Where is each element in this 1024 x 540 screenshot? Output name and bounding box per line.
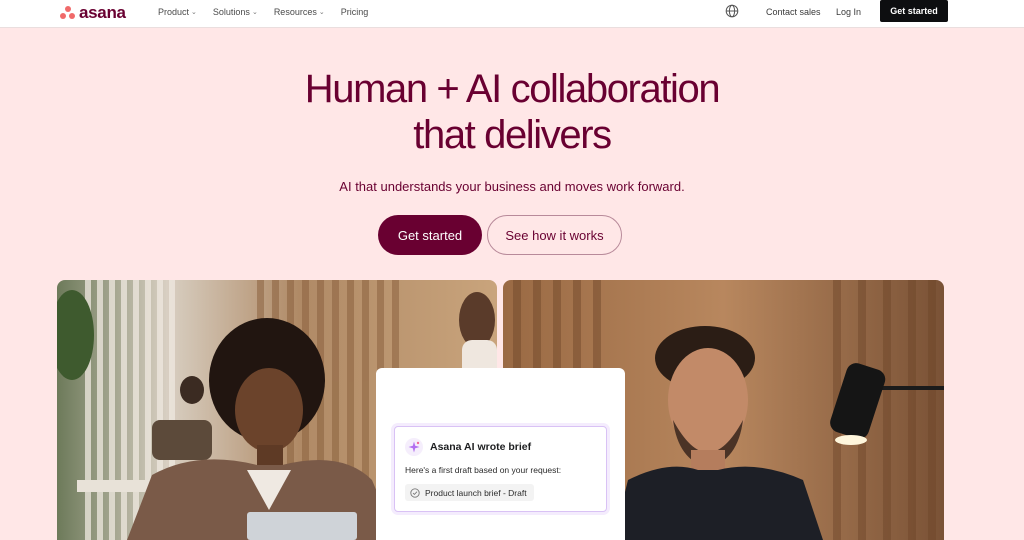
nav-item-pricing[interactable]: Pricing (341, 7, 369, 18)
sparkle-icon (405, 438, 423, 456)
see-how-it-works-button[interactable]: See how it works (487, 215, 622, 255)
hero-title: Human + AI collaboration that delivers (0, 66, 1024, 158)
login-link[interactable]: Log In (836, 7, 861, 18)
hero-subtitle: AI that understands your business and mo… (339, 179, 685, 194)
nav-get-started-button[interactable]: Get started (880, 0, 948, 22)
hero-title-line2: that delivers (413, 113, 612, 157)
nav-item-product[interactable]: Product ⌄ (158, 7, 197, 18)
hero-title-line1: Human + AI collaboration (304, 67, 721, 111)
ai-card-body: Here's a first draft based on your reque… (405, 465, 562, 475)
top-nav: asana Product ⌄ Solutions ⌄ Resources ⌄ … (0, 0, 1024, 28)
chevron-down-icon: ⌄ (251, 9, 258, 16)
check-circle-icon (410, 487, 420, 498)
nav-item-resources[interactable]: Resources ⌄ (274, 7, 325, 18)
nav-links: Product ⌄ Solutions ⌄ Resources ⌄ Pricin… (158, 7, 368, 18)
asana-logo-icon (60, 6, 75, 19)
chevron-down-icon: ⌄ (191, 9, 197, 16)
ai-card-title: Asana AI wrote brief (430, 441, 532, 453)
ai-brief-card[interactable]: Asana AI wrote brief Here's a first draf… (394, 426, 607, 512)
hero-get-started-button[interactable]: Get started (378, 215, 482, 255)
asana-logo[interactable]: asana (60, 4, 126, 21)
draft-brief-chip[interactable]: Product launch brief - Draft (405, 484, 534, 501)
nav-item-label: Resources (273, 7, 317, 17)
globe-icon[interactable] (725, 4, 739, 18)
chevron-down-icon: ⌄ (318, 9, 325, 16)
logo-wordmark: asana (79, 3, 126, 22)
nav-item-label: Solutions (212, 7, 250, 17)
nav-item-label: Product (158, 7, 190, 17)
contact-sales-link[interactable]: Contact sales (766, 7, 821, 18)
nav-item-solutions[interactable]: Solutions ⌄ (213, 7, 258, 18)
chip-label: Product launch brief - Draft (425, 487, 527, 498)
nav-item-label: Pricing (340, 7, 369, 17)
ai-card-header: Asana AI wrote brief (405, 438, 531, 456)
